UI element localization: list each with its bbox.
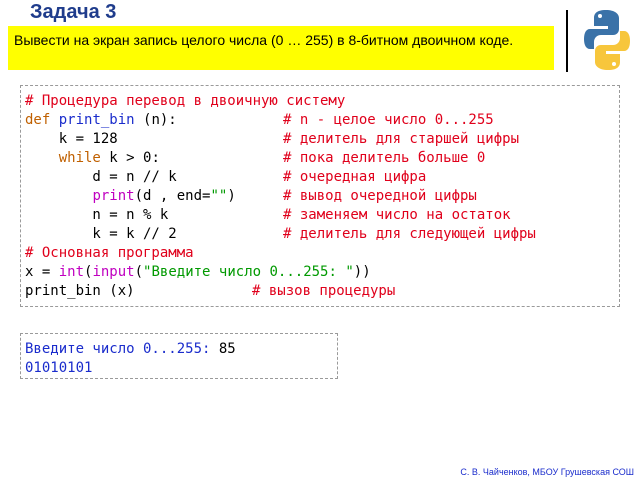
output-binary-result: 01010101	[25, 360, 93, 376]
code-text: )	[227, 188, 236, 204]
code-comment: # заменяем число на остаток	[283, 207, 511, 223]
output-line: 01010101	[25, 359, 337, 378]
code-line: n = n % k # заменяем число на остаток	[25, 206, 619, 225]
code-builtin: print	[92, 188, 135, 204]
code-text: x =	[25, 264, 59, 280]
code-text: d = n // k	[25, 169, 177, 185]
program-output: Введите число 0...255: 85 01010101	[20, 333, 338, 379]
code-listing: # Процедура перевод в двоичную систему d…	[20, 85, 620, 307]
code-comment: # делитель для старшей цифры	[283, 131, 520, 147]
code-comment: # n - целое число 0...255	[283, 112, 494, 128]
code-keyword: def	[25, 112, 51, 128]
task-statement: Вывести на экран запись целого числа (0 …	[8, 26, 554, 70]
code-string: "Введите число 0...255: "	[143, 264, 354, 280]
python-logo-icon	[584, 10, 630, 70]
code-comment: # очередная цифра	[283, 169, 427, 185]
code-text: k > 0:	[100, 150, 160, 166]
code-comment: # вывод очередной цифры	[283, 188, 477, 204]
code-line: def print_bin (n): # n - целое число 0...…	[25, 111, 619, 130]
output-prompt: Введите число 0...255:	[25, 341, 219, 357]
code-line: # Процедура перевод в двоичную систему	[25, 92, 619, 111]
code-line: print(d , end="") # вывод очередной цифры	[25, 187, 619, 206]
output-entered-value: 85	[218, 341, 236, 357]
code-string: ""	[210, 188, 228, 204]
code-comment: # Основная программа	[25, 245, 194, 261]
code-comment: # делитель для следующей цифры	[283, 226, 536, 242]
code-comment: # пока делитель больше 0	[283, 150, 486, 166]
code-keyword: while	[58, 150, 101, 166]
code-line: x = int(input("Введите число 0...255: ")…	[25, 263, 619, 282]
author-credit: С. В. Чайченков, МБОУ Грушевская СОШ	[460, 467, 634, 477]
code-builtin: int	[58, 264, 85, 280]
code-text: k = 128	[25, 131, 118, 147]
code-text: (n):	[134, 112, 177, 128]
code-comment: # Процедура перевод в двоичную систему	[25, 93, 346, 109]
code-text: (	[134, 264, 144, 280]
code-builtin: input	[92, 264, 135, 280]
code-line: k = k // 2 # делитель для следующей цифры	[25, 225, 619, 244]
code-text: k = k // 2	[25, 226, 177, 242]
output-line: Введите число 0...255: 85	[25, 340, 337, 359]
slide-title: Задача 3	[30, 1, 117, 23]
code-text: n = n % k	[25, 207, 169, 223]
code-comment: # вызов процедуры	[252, 283, 396, 299]
code-line: while k > 0: # пока делитель больше 0	[25, 149, 619, 168]
divider-line	[566, 10, 568, 72]
code-line: # Основная программа	[25, 244, 619, 263]
code-text: print_bin (x)	[25, 283, 135, 299]
code-text: ))	[353, 264, 371, 280]
code-text: (d , end=	[134, 188, 211, 204]
code-line: d = n // k # очередная цифра	[25, 168, 619, 187]
code-line: k = 128 # делитель для старшей цифры	[25, 130, 619, 149]
code-line: print_bin (x) # вызов процедуры	[25, 282, 619, 301]
task-text: Вывести на экран запись целого числа (0 …	[14, 32, 514, 48]
code-function-name: print_bin	[58, 112, 135, 128]
